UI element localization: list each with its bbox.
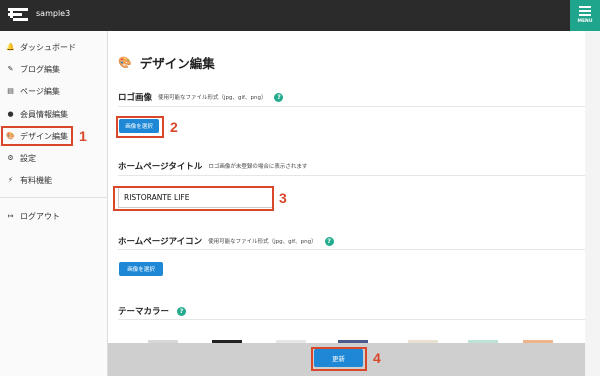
icon-select-image-button[interactable]: 画像を選択 <box>119 262 163 276</box>
sidebar-item-label: ログアウト <box>20 211 60 221</box>
sidebar-item-settings[interactable]: ⚙ 設定 <box>0 149 108 167</box>
menu-button[interactable]: MENU <box>570 0 600 31</box>
section-title-text: テーマカラー <box>118 307 170 317</box>
homepage-icon-section-title: ホームページアイコン 使用可能なファイル形式（jpg、gif、png） ? <box>118 235 334 247</box>
menu-label: MENU <box>577 19 593 24</box>
sidebar-item-member[interactable]: ● 会員情報編集 <box>0 105 108 123</box>
section-divider <box>118 319 585 320</box>
annotation-box-1 <box>1 126 73 146</box>
sidebar-item-label: ダッシュボード <box>20 42 76 52</box>
sidebar-item-label: 設定 <box>20 153 36 163</box>
sidebar: 🔔 ダッシュボード ✎ ブログ編集 ▤ ページ編集 ● 会員情報編集 🎨 デザイ… <box>0 31 108 376</box>
logo-section-title: ロゴ画像 使用可能なファイル形式（jpg、gif、png） ? <box>118 91 284 103</box>
annotation-box-3 <box>113 186 274 211</box>
homepage-title-section-title: ホームページタイトル ロゴ画像が未登録の場合に表示されます <box>118 160 307 172</box>
page-title-text: デザイン編集 <box>139 56 215 71</box>
annotation-number-2: 2 <box>170 119 178 135</box>
top-bar: sample3 MENU <box>0 0 600 31</box>
section-title-text: ロゴ画像 <box>118 93 153 103</box>
site-logo[interactable] <box>7 6 29 24</box>
sidebar-item-label: ブログ編集 <box>20 64 60 74</box>
help-icon[interactable]: ? <box>177 306 187 316</box>
sidebar-item-label: ページ編集 <box>20 86 60 96</box>
annotation-number-1: 1 <box>79 128 87 144</box>
palette-icon: 🎨 <box>118 56 132 69</box>
site-name: sample3 <box>36 9 71 18</box>
sidebar-item-paid[interactable]: ⚡ 有料機能 <box>0 171 108 189</box>
gear-icon: ⚙ <box>7 153 14 162</box>
hamburger-icon <box>579 6 591 16</box>
pencil-icon: ✎ <box>7 64 14 73</box>
user-icon: ● <box>7 109 14 118</box>
section-divider <box>118 106 585 107</box>
annotation-number-4: 4 <box>373 350 381 366</box>
sidebar-divider <box>0 197 108 198</box>
annotation-box-4 <box>311 347 367 371</box>
section-title-text: ホームページタイトル <box>118 162 203 172</box>
section-divider <box>118 175 585 176</box>
section-note: 使用可能なファイル形式（jpg、gif、png） <box>158 95 267 101</box>
scrollbar-track[interactable] <box>585 31 600 376</box>
sidebar-item-blog[interactable]: ✎ ブログ編集 <box>0 60 108 78</box>
section-note: ロゴ画像が未登録の場合に表示されます <box>208 164 308 170</box>
sidebar-item-dashboard[interactable]: 🔔 ダッシュボード <box>0 38 108 56</box>
theme-color-swatches <box>118 329 585 343</box>
bolt-icon: ⚡ <box>8 175 13 184</box>
theme-color-section-title: テーマカラー ? <box>118 305 187 317</box>
sidebar-item-label: 有料機能 <box>20 175 52 185</box>
help-icon[interactable]: ? <box>274 92 284 102</box>
annotation-number-3: 3 <box>279 190 287 206</box>
sidebar-item-pages[interactable]: ▤ ページ編集 <box>0 82 108 100</box>
page-title: 🎨 デザイン編集 <box>118 53 215 72</box>
section-note: 使用可能なファイル形式（jpg、gif、png） <box>208 239 317 245</box>
section-divider <box>118 249 585 250</box>
pages-icon: ▤ <box>7 86 14 95</box>
annotation-box-2 <box>116 116 164 138</box>
section-title-text: ホームページアイコン <box>118 237 203 247</box>
bell-icon: 🔔 <box>6 42 15 51</box>
logout-icon: ↦ <box>7 211 14 220</box>
help-icon[interactable]: ? <box>324 236 334 246</box>
sidebar-item-label: 会員情報編集 <box>20 109 68 119</box>
sidebar-item-logout[interactable]: ↦ ログアウト <box>0 207 108 225</box>
